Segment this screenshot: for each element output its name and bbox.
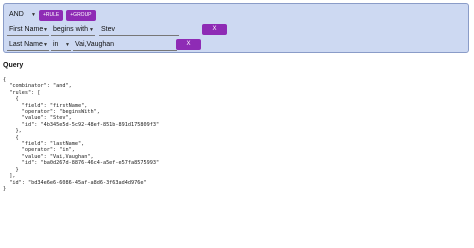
operator-select[interactable]: begins with ▼ — [51, 24, 95, 36]
combinator-select[interactable]: AND ▼ — [7, 9, 37, 21]
chevron-down-icon: ▼ — [43, 42, 48, 48]
field-select[interactable]: First Name ▼ — [7, 24, 49, 36]
add-rule-button[interactable]: +RULE — [39, 9, 64, 21]
query-builder: AND ▼ +RULE +GROUP First Name ▼ begins w… — [3, 3, 469, 53]
combinator-value: AND — [9, 11, 24, 18]
add-group-button[interactable]: +GROUP — [66, 9, 96, 21]
query-json-output: { "combinator": "and", "rules": [ { "fie… — [3, 77, 160, 192]
remove-rule-button[interactable]: X — [176, 39, 201, 50]
chevron-down-icon: ▼ — [31, 12, 36, 18]
field-value: First Name — [9, 26, 44, 33]
operator-value: in — [53, 41, 59, 48]
chevron-down-icon: ▼ — [89, 27, 94, 33]
group-header: AND ▼ +RULE +GROUP — [7, 9, 96, 21]
operator-value: begins with — [53, 26, 89, 33]
value-input[interactable]: Stev — [99, 24, 179, 36]
remove-rule-button[interactable]: X — [202, 24, 227, 35]
field-select[interactable]: Last Name ▼ — [7, 39, 49, 51]
chevron-down-icon: ▼ — [65, 42, 70, 48]
rule-row: First Name ▼ begins with ▼ Stev — [7, 24, 179, 36]
value-input[interactable]: Vai,Vaughan — [73, 39, 177, 51]
field-value: Last Name — [9, 41, 43, 48]
query-heading: Query — [3, 62, 24, 69]
chevron-down-icon: ▼ — [43, 27, 48, 33]
operator-select[interactable]: in ▼ — [51, 39, 71, 51]
rule-row: Last Name ▼ in ▼ Vai,Vaughan — [7, 39, 177, 51]
